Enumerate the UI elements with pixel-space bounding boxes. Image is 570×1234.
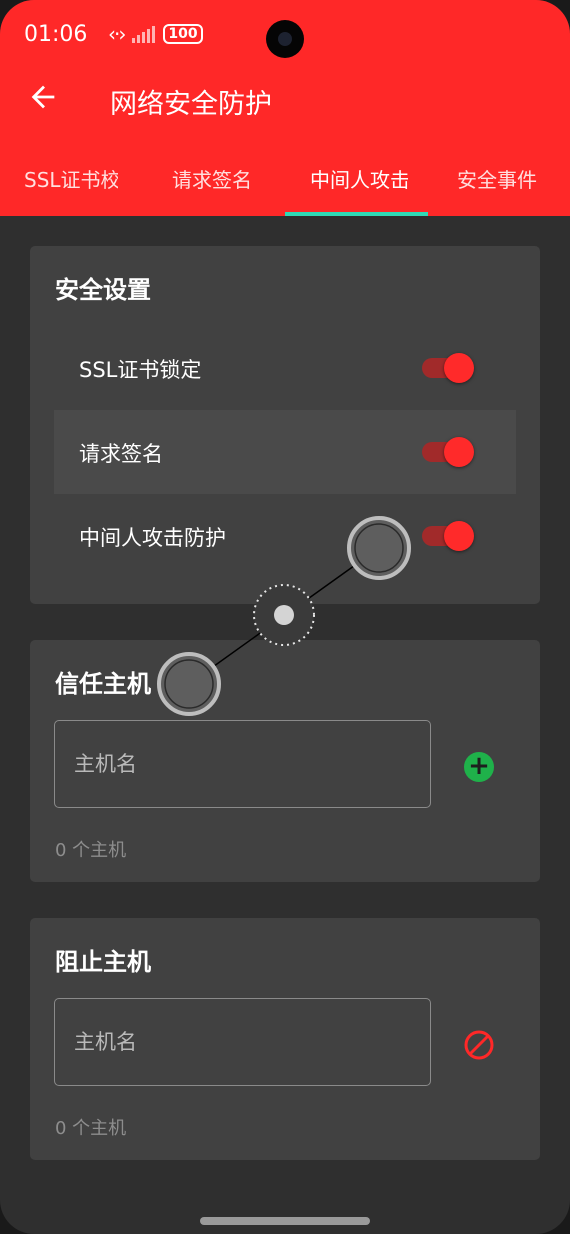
signal-icon	[132, 25, 156, 43]
battery-icon: 100	[163, 24, 203, 44]
request-signing-toggle[interactable]	[422, 437, 478, 467]
setting-label: SSL证书锁定	[79, 358, 202, 382]
setting-ssl-pinning[interactable]: SSL证书锁定	[54, 326, 516, 410]
app-header: 01:06 ‹·› 100 网络安全防护 SSL证书校验 请求签名 中间人攻击防…	[0, 0, 570, 216]
security-settings-title: 安全设置	[55, 276, 151, 304]
tab-security-events[interactable]: 安全事件	[457, 152, 557, 216]
tab-indicator	[285, 212, 428, 216]
setting-mitm-protection[interactable]: 中间人攻击防护	[54, 494, 516, 578]
status-bar: 01:06 ‹·› 100	[0, 0, 570, 70]
arrow-left-icon[interactable]	[26, 80, 60, 114]
tab-ssl-verification[interactable]: SSL证书校验	[24, 152, 118, 216]
ssl-pinning-toggle[interactable]	[422, 353, 478, 383]
plus-circle-icon[interactable]: +	[464, 752, 494, 782]
trusted-host-input[interactable]	[54, 720, 431, 808]
setting-label: 请求签名	[79, 442, 163, 466]
page-title: 网络安全防护	[110, 89, 272, 120]
app-bar: 网络安全防护	[0, 72, 570, 132]
blocked-host-input[interactable]	[54, 998, 431, 1086]
setting-request-signing[interactable]: 请求签名	[54, 410, 516, 494]
mitm-protection-toggle[interactable]	[422, 521, 478, 551]
front-camera	[266, 20, 304, 58]
blocked-hosts-title: 阻止主机	[55, 948, 151, 976]
tab-request-signing[interactable]: 请求签名	[172, 152, 272, 216]
trusted-host-count: 0 个主机	[55, 840, 127, 861]
setting-label: 中间人攻击防护	[79, 526, 226, 550]
tab-bar: SSL证书校验 请求签名 中间人攻击防护 安全事件	[0, 152, 570, 216]
phone-screen: 01:06 ‹·› 100 网络安全防护 SSL证书校验 请求签名 中间人攻击防…	[0, 0, 570, 1234]
tab-mitm-protection[interactable]: 中间人攻击防护	[310, 152, 408, 216]
status-time: 01:06	[24, 22, 88, 47]
trusted-hosts-title: 信任主机	[55, 670, 151, 698]
home-indicator[interactable]	[200, 1217, 370, 1225]
status-icons: ‹·› 100	[108, 22, 203, 46]
ban-icon[interactable]	[462, 1028, 496, 1062]
security-settings-card: 安全设置 SSL证书锁定 请求签名 中间人攻击防护	[30, 246, 540, 604]
blocked-hosts-card: 阻止主机 0 个主机	[30, 918, 540, 1160]
data-transfer-icon: ‹·›	[108, 22, 126, 46]
trusted-hosts-card: 信任主机 + 0 个主机	[30, 640, 540, 882]
blocked-host-count: 0 个主机	[55, 1118, 127, 1139]
